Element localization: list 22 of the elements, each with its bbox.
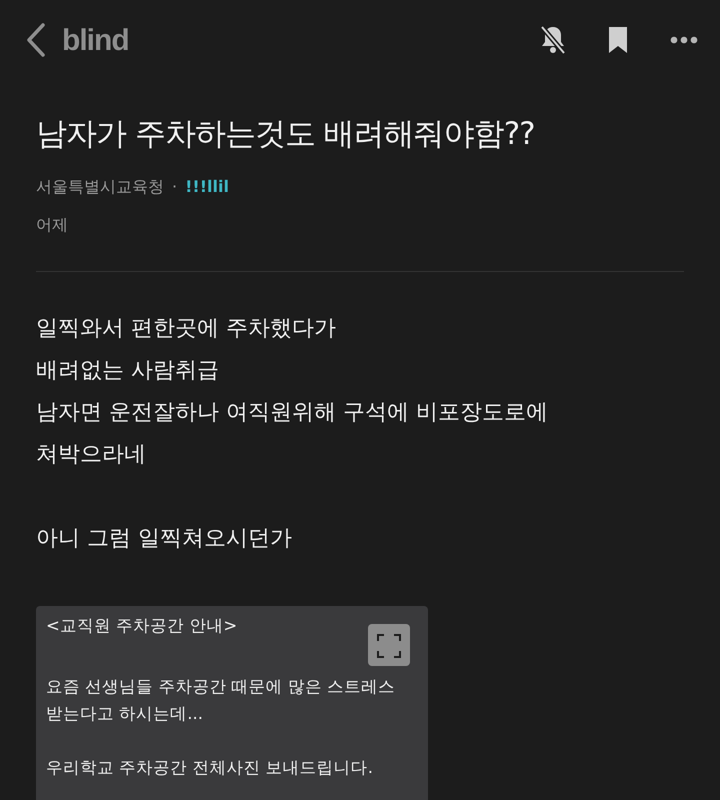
more-icon[interactable]	[670, 36, 698, 44]
author-name[interactable]: !!!llil	[185, 175, 229, 200]
body-text-line: 남자면 운전잘하나 여직원위해 구석에 비포장도로에	[36, 399, 549, 428]
bell-muted-icon[interactable]	[540, 25, 566, 55]
body-text-line: 아니 그럼 일찍쳐오시던가	[36, 525, 293, 554]
attached-screenshot[interactable]: <교직원 주차공간 안내> 요즘 선생님들 주차공간 때문에 많은 스트레스 받는다고 하시는데... 우리학교 주차공간 전체사진 보내드립니다.	[36, 606, 428, 800]
bookmark-icon[interactable]	[608, 26, 628, 54]
screenshot-text-line: 우리학교 주차공간 전체사진 보내드립니다.	[46, 757, 374, 780]
separator-dot: ·	[172, 176, 178, 198]
expand-icon	[376, 632, 402, 659]
post-date: 어제	[36, 214, 69, 236]
body-text-line: 배려없는 사람취급	[36, 357, 220, 386]
company-name[interactable]: 서울특별시교육청	[36, 175, 164, 200]
back-icon[interactable]	[26, 23, 46, 57]
screenshot-text-line: <교직원 주차공간 안내>	[46, 615, 238, 638]
screenshot-text-line: 받는다고 하시는데...	[46, 703, 204, 726]
logo: blind	[62, 22, 129, 58]
body-text-line: 쳐박으라네	[36, 441, 147, 470]
post-title: 남자가 주차하는것도 배려해줘야함??	[36, 116, 536, 154]
screenshot-text-line: 요즘 선생님들 주차공간 때문에 많은 스트레스	[46, 676, 396, 698]
expand-button[interactable]	[368, 624, 410, 666]
body-text-line: 일찍와서 편한곳에 주차했다가	[36, 315, 337, 344]
